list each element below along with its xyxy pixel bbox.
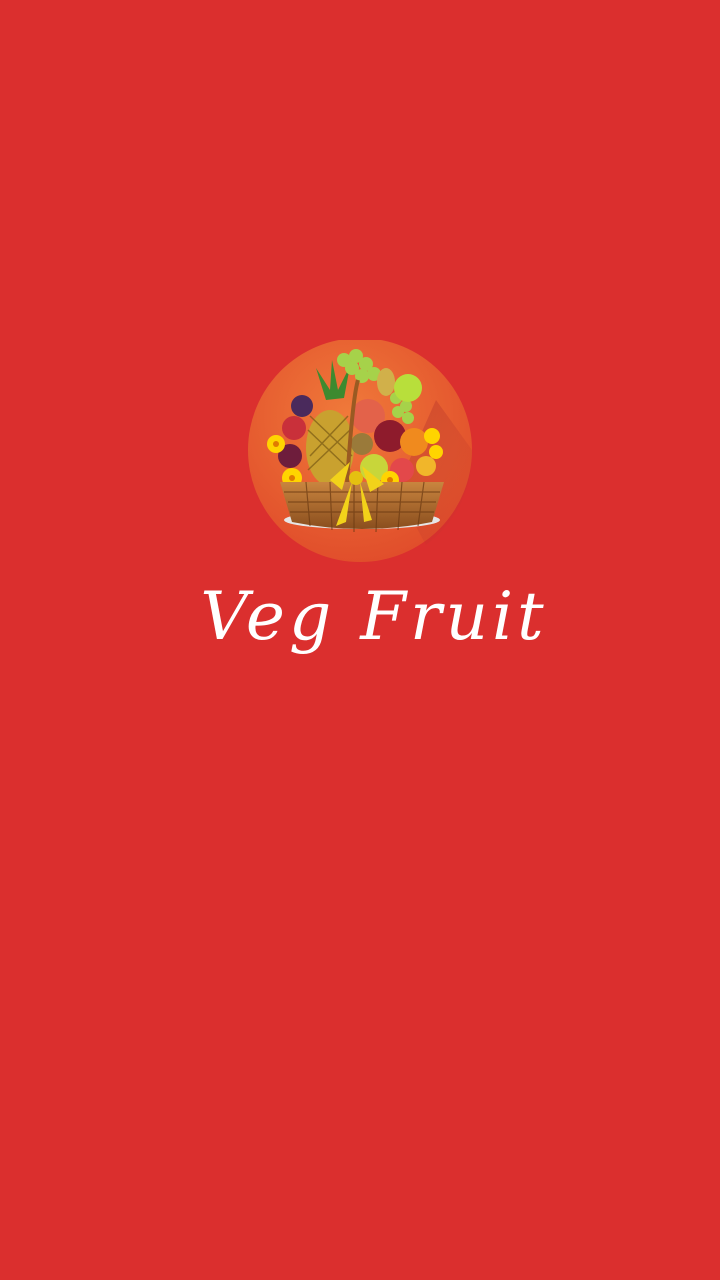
app-name-title: Veg Fruit [200,578,548,655]
fruit-basket-icon [246,340,474,564]
splash-screen: Veg Fruit [0,0,720,1280]
